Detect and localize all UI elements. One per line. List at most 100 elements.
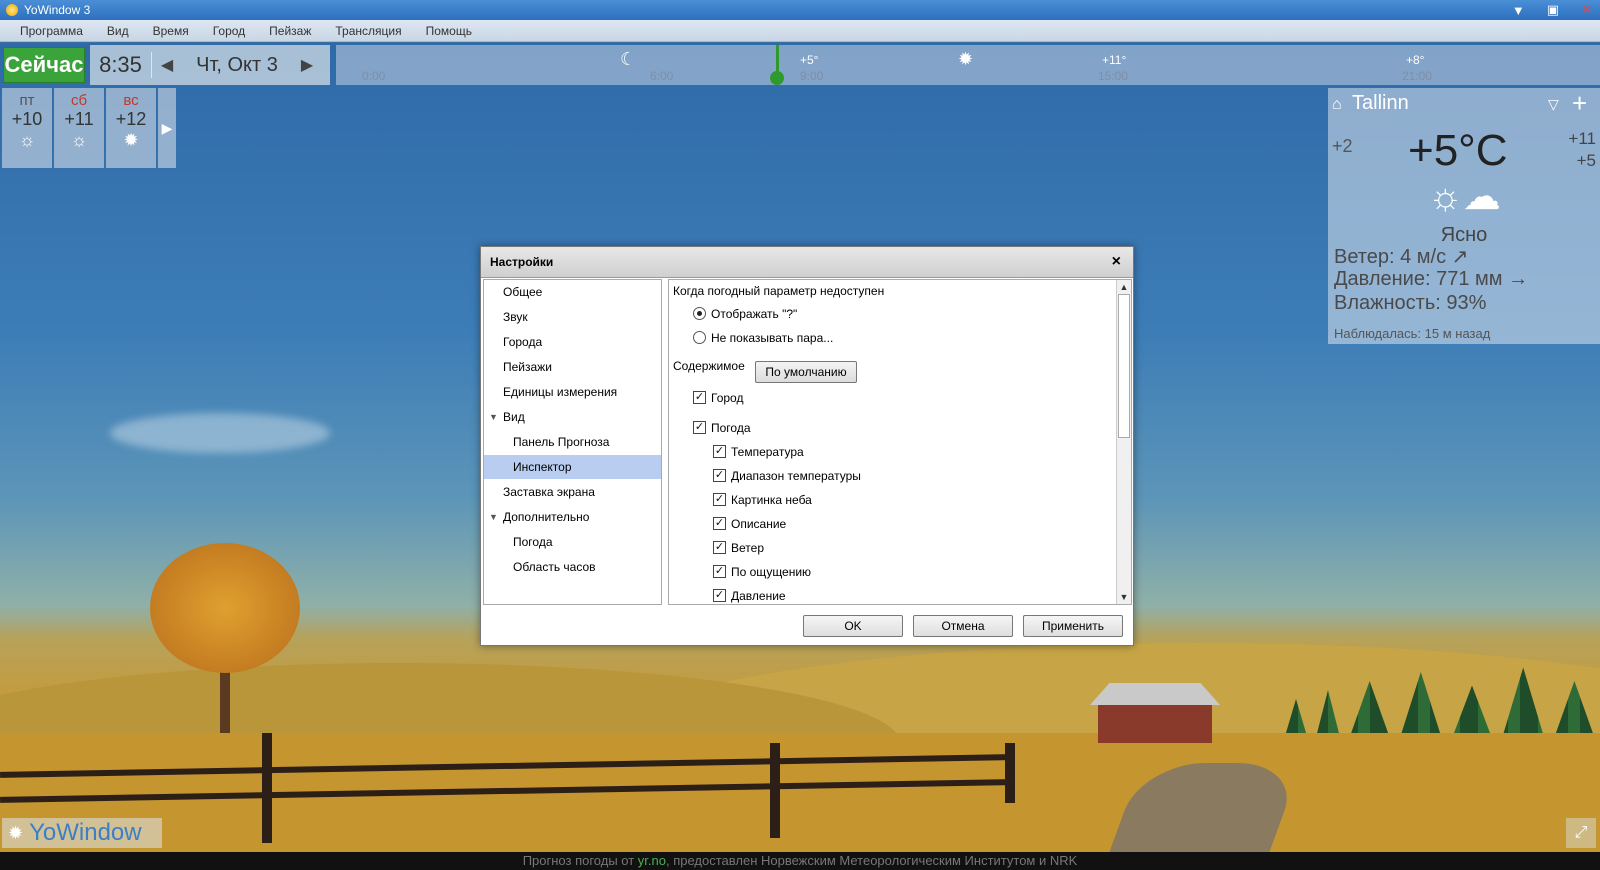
sun-cloud-icon: ☼ bbox=[70, 130, 88, 150]
day-forecast[interactable]: сб +11 ☼ bbox=[54, 88, 104, 168]
day-forecast[interactable]: вс +12 ✹ bbox=[106, 88, 156, 168]
close-icon[interactable]: × bbox=[1112, 253, 1121, 271]
nav-item-view[interactable]: ▼ Вид bbox=[484, 405, 661, 429]
minimize-icon[interactable]: ▼ bbox=[1512, 3, 1525, 18]
close-window-icon[interactable]: ✕ bbox=[1581, 2, 1592, 18]
day-forecast[interactable]: пт +10 ☼ bbox=[2, 88, 52, 168]
day-name: вс bbox=[123, 92, 139, 109]
timeline-tick: 6:00 bbox=[650, 69, 674, 83]
checkbox-wind-label: Ветер bbox=[731, 541, 764, 555]
checkbox-description-label: Описание bbox=[731, 517, 787, 531]
menu-help[interactable]: Помощь bbox=[426, 24, 472, 38]
checkbox-temperature-label: Температура bbox=[731, 445, 804, 459]
nav-item-general[interactable]: Общее bbox=[484, 280, 661, 304]
nav-item-weather[interactable]: Погода bbox=[484, 530, 661, 554]
checkbox-wind[interactable]: ✓ bbox=[713, 541, 726, 554]
checkbox-city[interactable]: ✓ bbox=[693, 391, 706, 404]
scroll-down-icon[interactable]: ▼ bbox=[1117, 590, 1131, 604]
unavailable-heading: Когда погодный параметр недоступен bbox=[673, 284, 885, 298]
checkbox-pressure-label: Давление bbox=[731, 589, 786, 603]
day-temp: +12 bbox=[115, 109, 147, 129]
menu-city[interactable]: Город bbox=[213, 24, 245, 38]
farm-house bbox=[1090, 683, 1220, 743]
timeline-tick: 0:00 bbox=[362, 69, 386, 83]
menu-landscape[interactable]: Пейзаж bbox=[269, 24, 311, 38]
timeline-temp: +5° bbox=[800, 53, 819, 67]
menu-view[interactable]: Вид bbox=[107, 24, 129, 38]
window-titlebar: YoWindow 3 ▼ ▣ ✕ bbox=[0, 0, 1600, 20]
expand-triangle-icon[interactable]: ▼ bbox=[489, 505, 498, 529]
radio-hide-param[interactable] bbox=[693, 331, 706, 344]
sun-icon: ✹ bbox=[123, 130, 139, 150]
nav-item-forecast-panel[interactable]: Панель Прогноза bbox=[484, 430, 661, 454]
content-scrollbar[interactable]: ▲ ▼ bbox=[1116, 280, 1131, 604]
next-days-icon[interactable]: ▶ bbox=[158, 88, 176, 168]
current-date: Чт, Окт 3 bbox=[196, 53, 278, 76]
nav-item-inspector[interactable]: Инспектор bbox=[484, 455, 661, 479]
credit-suffix: , предоставлен Норвежским Метеорологичес… bbox=[665, 853, 1078, 868]
checkbox-temp-range[interactable]: ✓ bbox=[713, 469, 726, 482]
now-button[interactable]: Сейчас bbox=[3, 47, 85, 83]
scroll-thumb[interactable] bbox=[1118, 294, 1130, 438]
wind-info: Ветер: 4 м/с ↗ bbox=[1334, 246, 1469, 268]
apply-button[interactable]: Применить bbox=[1023, 615, 1123, 637]
checkbox-sky-picture[interactable]: ✓ bbox=[713, 493, 726, 506]
radio-show-label: Отображать "?" bbox=[711, 307, 798, 321]
ground bbox=[0, 733, 1600, 870]
credit-source-link[interactable]: yr.no bbox=[638, 853, 666, 868]
timeline-temp: +11° bbox=[1102, 53, 1127, 67]
checkbox-weather[interactable]: ✓ bbox=[693, 421, 706, 434]
nav-item-sound[interactable]: Звук bbox=[484, 305, 661, 329]
checkbox-pressure[interactable]: ✓ bbox=[713, 589, 726, 602]
timeline-tick: 21:00 bbox=[1402, 69, 1433, 83]
nav-item-screensaver[interactable]: Заставка экрана bbox=[484, 480, 661, 504]
timeline-tick: 9:00 bbox=[800, 69, 824, 83]
nav-item-landscapes[interactable]: Пейзажи bbox=[484, 355, 661, 379]
window-controls: ▼ ▣ ✕ bbox=[1512, 0, 1592, 20]
temp-high: +11 bbox=[1568, 129, 1596, 148]
expand-triangle-icon[interactable]: ▼ bbox=[489, 405, 498, 429]
time-marker-handle[interactable] bbox=[770, 71, 784, 85]
timeline-tick: 15:00 bbox=[1098, 69, 1129, 83]
nav-item-label: Дополнительно bbox=[503, 510, 590, 524]
fullscreen-icon[interactable]: ⤢ bbox=[1566, 818, 1596, 848]
scroll-up-icon[interactable]: ▲ bbox=[1117, 280, 1131, 294]
restore-icon[interactable]: ▣ bbox=[1547, 2, 1559, 18]
next-day-icon[interactable]: ▶ bbox=[292, 55, 322, 75]
cloud bbox=[110, 413, 330, 453]
city-name[interactable]: Tallinn bbox=[1352, 92, 1409, 115]
add-city-icon[interactable]: + bbox=[1572, 88, 1587, 119]
nav-item-clock-area[interactable]: Область часов bbox=[484, 555, 661, 579]
feels-like: +2 bbox=[1332, 136, 1353, 156]
day-name: пт bbox=[19, 92, 35, 109]
home-icon: ⌂ bbox=[1332, 96, 1342, 113]
current-temperature: +5°C bbox=[1408, 126, 1508, 175]
yowindow-logo[interactable]: ✹ YoWindow bbox=[2, 818, 162, 848]
sun-cloud-icon: ☼ bbox=[18, 130, 36, 150]
nav-item-advanced[interactable]: ▼ Дополнительно bbox=[484, 505, 661, 529]
nav-item-cities[interactable]: Города bbox=[484, 330, 661, 354]
timeline-bar[interactable]: 0:00 ☾ 6:00 +5° 9:00 ✹ +11° 15:00 +8° 21… bbox=[336, 45, 1600, 85]
radio-show-question[interactable] bbox=[693, 307, 706, 320]
moon-cloud-icon: ☾ bbox=[620, 49, 637, 69]
checkbox-description[interactable]: ✓ bbox=[713, 517, 726, 530]
ok-button[interactable]: OK bbox=[803, 615, 903, 637]
default-button[interactable]: По умолчанию bbox=[755, 361, 857, 383]
menu-time[interactable]: Время bbox=[153, 24, 189, 38]
temp-low: +5 bbox=[1576, 151, 1596, 170]
nav-item-units[interactable]: Единицы измерения bbox=[484, 380, 661, 404]
day-temp: +10 bbox=[11, 109, 43, 129]
dialog-title: Настройки bbox=[481, 247, 1133, 278]
checkbox-temperature[interactable]: ✓ bbox=[713, 445, 726, 458]
settings-nav: Общее Звук Города Пейзажи Единицы измере… bbox=[483, 279, 662, 605]
day-temp: +11 bbox=[64, 109, 94, 129]
chevron-down-icon[interactable]: ▽ bbox=[1548, 96, 1559, 113]
logo-text: YoWindow bbox=[29, 819, 142, 846]
menu-broadcast[interactable]: Трансляция bbox=[335, 24, 401, 38]
prev-day-icon[interactable]: ◀ bbox=[152, 55, 182, 75]
pressure-info: Давление: 771 мм → bbox=[1334, 268, 1529, 290]
cancel-button[interactable]: Отмена bbox=[913, 615, 1013, 637]
checkbox-feels-like[interactable]: ✓ bbox=[713, 565, 726, 578]
menu-program[interactable]: Программа bbox=[20, 24, 83, 38]
day-name: сб bbox=[70, 92, 88, 109]
